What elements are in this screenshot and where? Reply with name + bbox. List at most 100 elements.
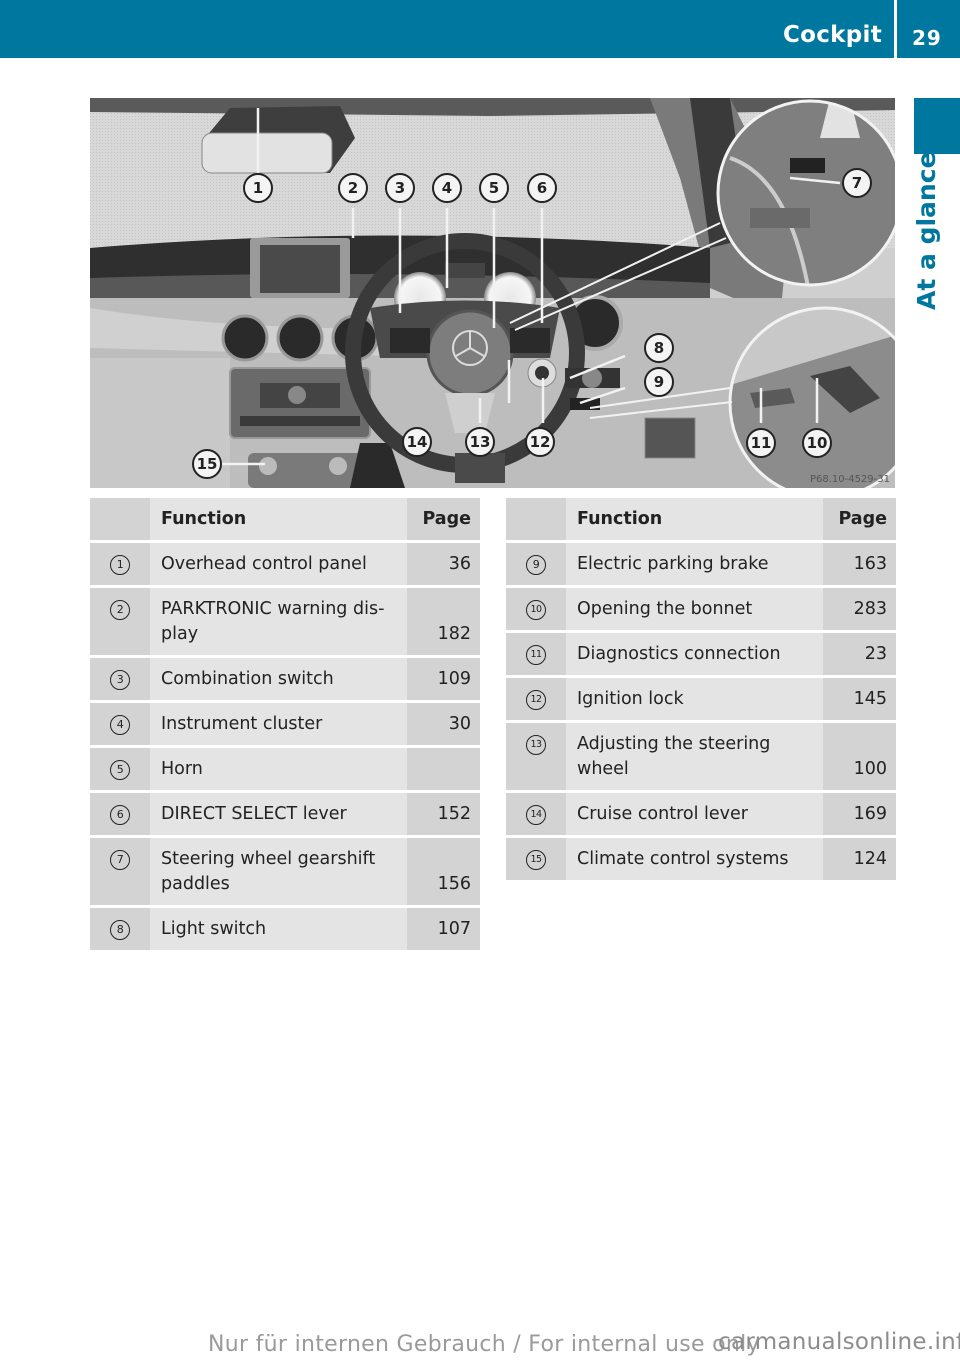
item-number-badge: 11	[526, 645, 546, 665]
ignition-lock	[535, 366, 549, 380]
table-row: 11 Diagnostics connection 23	[506, 633, 896, 678]
page-reference[interactable]: 145	[823, 678, 896, 720]
chapter-tab-label: At a glance	[912, 151, 941, 310]
function-name: Ignition lock	[566, 678, 823, 720]
svg-text:14: 14	[407, 433, 428, 451]
callout-11: 11	[746, 428, 776, 458]
callout-15: 15	[192, 449, 222, 479]
legend-table-right: Function Page 9 Electric parking brake 1…	[506, 498, 896, 880]
page-reference[interactable]: 152	[407, 793, 480, 835]
svg-text:13: 13	[470, 433, 491, 451]
source-site[interactable]: carmanualsonline.info	[718, 1329, 960, 1355]
table-row: 4 Instrument cluster 30	[90, 703, 480, 748]
table-row: 1 Overhead control panel 36	[90, 543, 480, 588]
table-row: 2 PARKTRONIC warning dis- play 182	[90, 588, 480, 658]
table-row: 8 Light switch 107	[90, 908, 480, 950]
svg-text:7: 7	[852, 174, 862, 192]
page-reference[interactable]: 124	[823, 838, 896, 880]
header-function: Function	[150, 498, 407, 540]
callout-9: 9	[644, 367, 674, 397]
steering-airbag	[426, 309, 514, 397]
cockpit-photo: 1 2 3 4 5 6 7 8 9 10 11 12 13 14 15 P68.…	[90, 98, 895, 488]
svg-text:4: 4	[442, 179, 452, 197]
function-name: Opening the bonnet	[566, 588, 823, 630]
page-reference[interactable]: 30	[407, 703, 480, 745]
item-number-badge: 8	[110, 920, 130, 940]
page-reference[interactable]: 163	[823, 543, 896, 585]
air-vent-left	[221, 314, 269, 362]
page-reference[interactable]: 109	[407, 658, 480, 700]
table-row: 7 Steering wheel gearshift paddles 156	[90, 838, 480, 908]
item-number-badge: 9	[526, 555, 546, 575]
item-number-badge: 3	[110, 670, 130, 690]
callout-3: 3	[385, 173, 415, 203]
svg-text:8: 8	[654, 339, 664, 357]
callout-4: 4	[432, 173, 462, 203]
callout-14: 14	[402, 427, 432, 457]
function-name: Climate control systems	[566, 838, 823, 880]
item-number-badge: 14	[526, 805, 546, 825]
page-reference[interactable]: 36	[407, 543, 480, 585]
page-reference[interactable]: 100	[823, 723, 896, 790]
callout-12: 12	[525, 427, 555, 457]
svg-text:9: 9	[654, 373, 664, 391]
function-name: PARKTRONIC warning dis- play	[150, 588, 407, 655]
function-name: Horn	[150, 748, 407, 790]
svg-text:15: 15	[197, 455, 218, 473]
table-header: Function Page	[506, 498, 896, 543]
callout-1: 1	[243, 173, 273, 203]
page-reference[interactable]: 182	[407, 588, 480, 655]
function-name: Diagnostics connection	[566, 633, 823, 675]
table-row: 13 Adjusting the steering wheel 100	[506, 723, 896, 793]
callout-7: 7	[842, 168, 872, 198]
footer-watermark: Nur für internen Gebrauch / For internal…	[208, 1329, 960, 1357]
function-name: Combination switch	[150, 658, 407, 700]
table-row: 5 Horn	[90, 748, 480, 793]
page-reference[interactable]: 169	[823, 793, 896, 835]
table-row: 6 DIRECT SELECT lever 152	[90, 793, 480, 838]
header-number	[90, 498, 150, 540]
callout-13: 13	[465, 427, 495, 457]
page-number: 29	[912, 26, 942, 50]
svg-text:2: 2	[348, 179, 358, 197]
item-number-badge: 6	[110, 805, 130, 825]
callout-2: 2	[338, 173, 368, 203]
table-header: Function Page	[90, 498, 480, 543]
page-header: Cockpit 29	[0, 0, 960, 58]
function-name: Light switch	[150, 908, 407, 950]
legend-table-left: Function Page 1 Overhead control panel 3…	[90, 498, 480, 950]
callout-8: 8	[644, 333, 674, 363]
item-number-badge: 13	[526, 735, 546, 755]
header-divider	[894, 0, 897, 58]
section-title: Cockpit	[782, 22, 882, 48]
svg-text:5: 5	[489, 179, 499, 197]
image-code: P68.10-4529-31	[810, 474, 890, 485]
chapter-tab-marker	[914, 98, 960, 154]
page-reference[interactable]: 23	[823, 633, 896, 675]
function-name: Steering wheel gearshift paddles	[150, 838, 407, 905]
header-page: Page	[823, 498, 896, 540]
internal-use-notice: Nur für internen Gebrauch / For internal…	[208, 1332, 760, 1357]
table-row: 10 Opening the bonnet 283	[506, 588, 896, 633]
table-row: 14 Cruise control lever 169	[506, 793, 896, 838]
page-reference[interactable]: 156	[407, 838, 480, 905]
function-name: Overhead control panel	[150, 543, 407, 585]
page-reference[interactable]: 283	[823, 588, 896, 630]
callout-5: 5	[479, 173, 509, 203]
item-number-badge: 12	[526, 690, 546, 710]
table-row: 9 Electric parking brake 163	[506, 543, 896, 588]
table-row: 15 Climate control systems 124	[506, 838, 896, 880]
function-name: Adjusting the steering wheel	[566, 723, 823, 790]
svg-text:10: 10	[807, 434, 828, 452]
item-number-badge: 5	[110, 760, 130, 780]
svg-text:6: 6	[537, 179, 547, 197]
rear-view-mirror	[201, 132, 333, 174]
cockpit-illustration: 1 2 3 4 5 6 7 8 9 10 11 12 13 14 15 P68.…	[90, 98, 895, 488]
function-name: Cruise control lever	[566, 793, 823, 835]
item-number-badge: 7	[110, 850, 130, 870]
page-reference	[407, 748, 480, 790]
page-reference[interactable]: 107	[407, 908, 480, 950]
air-vent-center	[276, 314, 324, 362]
function-name: Electric parking brake	[566, 543, 823, 585]
header-number	[506, 498, 566, 540]
